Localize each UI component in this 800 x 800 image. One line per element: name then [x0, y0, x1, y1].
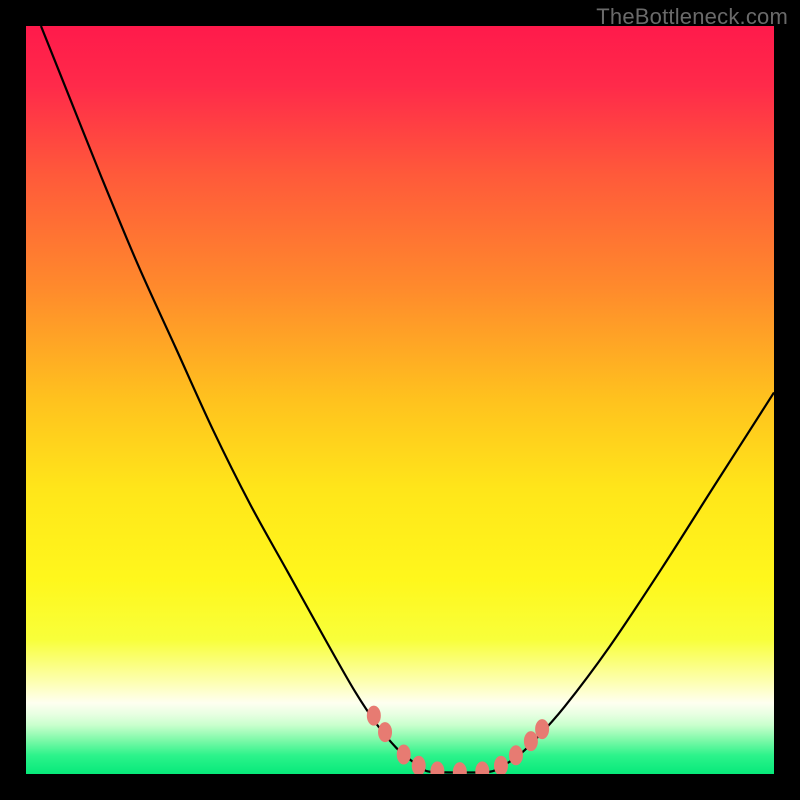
- chart-svg: [26, 26, 774, 774]
- chart-background-gradient: [26, 26, 774, 774]
- valley-marker: [536, 720, 549, 739]
- chart-frame: TheBottleneck.com: [0, 0, 800, 800]
- valley-marker: [412, 756, 425, 774]
- valley-marker: [494, 756, 507, 774]
- valley-marker: [367, 706, 380, 725]
- chart-plot-area: [26, 26, 774, 774]
- valley-marker: [397, 745, 410, 764]
- valley-marker: [524, 732, 537, 751]
- watermark-label: TheBottleneck.com: [596, 4, 788, 30]
- valley-marker: [509, 746, 522, 765]
- valley-marker: [379, 723, 392, 742]
